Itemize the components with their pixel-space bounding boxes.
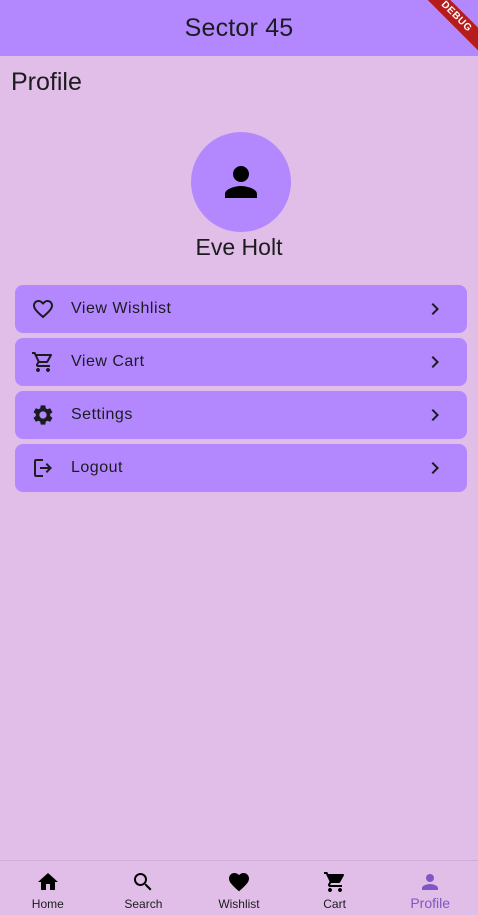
nav-item-wishlist[interactable]: Wishlist [191, 861, 287, 915]
view-cart-item[interactable]: View Cart [15, 338, 467, 386]
settings-item[interactable]: Settings [15, 391, 467, 439]
heart-outline-icon [31, 297, 55, 321]
settings-label: Settings [71, 406, 133, 423]
nav-item-search[interactable]: Search [96, 861, 192, 915]
app-bar: Sector 45 DEBUG [0, 0, 478, 56]
nav-label-wishlist: Wishlist [218, 897, 260, 911]
gear-icon [31, 403, 55, 427]
person-icon [418, 870, 442, 894]
view-wishlist-label: View Wishlist [71, 300, 172, 317]
chevron-right-icon [423, 297, 447, 321]
nav-item-cart[interactable]: Cart [287, 861, 383, 915]
chevron-right-icon [423, 403, 447, 427]
user-name: Eve Holt [195, 234, 283, 260]
logout-icon [31, 456, 55, 480]
nav-label-cart: Cart [323, 897, 346, 911]
person-icon [225, 166, 257, 198]
chevron-right-icon [423, 456, 447, 480]
logout-item[interactable]: Logout [15, 444, 467, 492]
bottom-navigation: Home Search Wishlist Cart Profile [0, 860, 478, 915]
nav-label-home: Home [31, 897, 64, 911]
profile-menu: View Wishlist View Cart Settings Logout [15, 285, 467, 497]
chevron-right-icon [423, 350, 447, 374]
cart-icon [323, 870, 347, 894]
nav-label-profile: Profile [410, 895, 451, 911]
heart-icon [227, 870, 251, 894]
page-title: Profile [11, 68, 82, 96]
debug-banner: DEBUG [417, 0, 478, 56]
logout-label: Logout [71, 459, 123, 476]
avatar [191, 132, 291, 232]
nav-item-home[interactable]: Home [0, 861, 96, 915]
view-wishlist-item[interactable]: View Wishlist [15, 285, 467, 333]
view-cart-label: View Cart [71, 353, 145, 370]
nav-label-search: Search [124, 897, 163, 911]
search-icon [131, 870, 155, 894]
cart-outline-icon [31, 350, 55, 374]
nav-item-profile[interactable]: Profile [382, 861, 478, 915]
home-icon [36, 870, 60, 894]
app-title: Sector 45 [184, 13, 294, 42]
